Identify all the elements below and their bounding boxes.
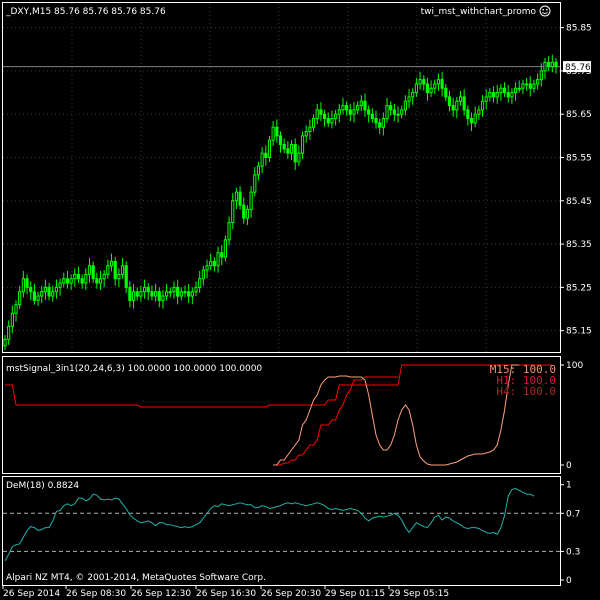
dem-panel[interactable]: DeM(18) 0.8824 Alpari NZ MT4, © 2001-201… (2, 476, 581, 587)
signal-axis: 100 0 (560, 361, 583, 471)
price-tick-label: 85.65 (566, 110, 592, 120)
signal-panel[interactable]: mstSignal_3in1(20,24,6,3) 100.0000 100.0… (2, 356, 584, 474)
dem-tick-label: 0.3 (566, 547, 580, 557)
price-panel[interactable]: _DXY,M15 85.76 85.76 85.76 85.76 twi_mst… (2, 2, 592, 353)
candle (267, 135, 272, 162)
time-tick-label: 29 Sep 05:15 (389, 589, 449, 599)
dem-tick-label: 0.7 (566, 509, 580, 519)
signal-panel-frame (2, 356, 561, 474)
trading-chart[interactable]: _DXY,M15 85.76 85.76 85.76 85.76 twi_mst… (0, 0, 600, 600)
dem-axis: 1 0.7 0.3 0 (560, 481, 580, 586)
timeframe-label-h4: H4: 100.0 (496, 385, 556, 398)
time-axis: 26 Sep 2014 26 Sep 08:30 26 Sep 12:30 26 Se… (2, 585, 449, 599)
signal-tick-label: 0 (566, 461, 572, 471)
dem-tick-label: 0 (566, 576, 572, 586)
price-tick-label: 85.45 (566, 197, 592, 207)
price-tick-label: 85.25 (566, 283, 592, 293)
price-tick-label: 85.35 (566, 240, 592, 250)
signal-tick-label: 100 (566, 361, 583, 371)
copyright-text: Alpari NZ MT4, © 2001-2014, MetaQuotes S… (6, 573, 266, 583)
chart-title: _DXY,M15 85.76 85.76 85.76 85.76 (5, 7, 166, 17)
price-tick-label: 85.85 (566, 24, 592, 34)
signal-title: mstSignal_3in1(20,24,6,3) 100.0000 100.0… (6, 364, 262, 374)
time-tick-label: 26 Sep 08:30 (66, 589, 126, 599)
time-tick-label: 29 Sep 01:15 (325, 589, 385, 599)
time-tick-label: 26 Sep 16:30 (196, 589, 256, 599)
price-panel-frame (2, 2, 561, 353)
time-tick-label: 26 Sep 2014 (3, 589, 60, 599)
expert-name: twi_mst_withchart_promo (421, 7, 537, 17)
price-tick-label: 85.15 (566, 327, 592, 337)
time-tick-label: 26 Sep 20:30 (261, 589, 321, 599)
candle (223, 235, 227, 262)
current-price-label: 85.76 (565, 63, 591, 73)
dem-tick-label: 1 (566, 481, 572, 491)
dem-title: DeM(18) 0.8824 (6, 481, 79, 491)
price-tick-label: 85.55 (566, 154, 592, 164)
dem-panel-frame (2, 476, 561, 586)
timeframe-labels: M15: 100.0H1: 100.0H4: 100.0 (490, 363, 556, 398)
time-tick-label: 26 Sep 12:30 (131, 589, 191, 599)
